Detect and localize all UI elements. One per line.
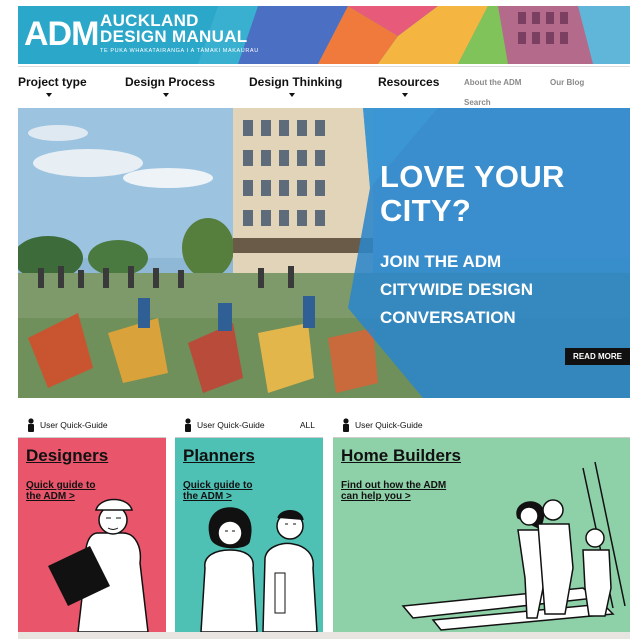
hero-sub-line2: CITYWIDE DESIGN (380, 280, 534, 299)
designers-card[interactable]: User Quick-Guide Designers Quick guide t… (18, 412, 166, 632)
nav-project-type-label: Project type (18, 75, 87, 89)
card-link-line1: Find out how the ADM (341, 480, 447, 491)
card-header: User Quick-Guide (333, 412, 630, 438)
hero-subheadline: JOIN THE ADM CITYWIDE DESIGN CONVERSATIO… (380, 248, 620, 332)
main-nav: Project type Design Process Design Think… (18, 66, 630, 108)
site-title-line2: DESIGN MANUAL (100, 27, 248, 46)
planners-card[interactable]: User Quick-Guide ALL Planners Quick guid… (175, 412, 323, 632)
card-link-line2: can help you > (341, 491, 411, 502)
site-title[interactable]: AUCKLAND DESIGN MANUAL (100, 12, 248, 46)
search-link[interactable]: Search (464, 98, 491, 107)
card-link-line2: the ADM > (26, 491, 75, 502)
find-out-link[interactable]: Find out how the ADM can help you > (341, 480, 446, 502)
user-icon (343, 418, 349, 432)
nav-resources-label: Resources (378, 75, 440, 89)
nav-resources[interactable]: Resources (378, 75, 439, 97)
nav-design-thinking[interactable]: Design Thinking (249, 75, 342, 97)
site-subtitle: TE PUKA WHAKATAIRANGA I A TĀMAKI MAKAURA… (100, 48, 259, 54)
home-builders-illustration (333, 438, 630, 632)
quick-guide-label: User Quick-Guide (40, 420, 108, 430)
chevron-down-icon (163, 93, 169, 97)
chevron-down-icon (46, 93, 52, 97)
quick-guide-link[interactable]: Quick guide to the ADM > (26, 480, 95, 502)
card-link-line1: Quick guide to (26, 480, 96, 491)
read-more-button[interactable]: READ MORE (565, 348, 630, 365)
designer-illustration (18, 438, 166, 632)
nav-design-process[interactable]: Design Process (125, 75, 215, 97)
nav-blog-link[interactable]: Our Blog (550, 78, 584, 87)
card-title[interactable]: Home Builders (341, 446, 461, 466)
card-link-line1: Quick guide to (183, 480, 253, 491)
nav-design-process-label: Design Process (125, 75, 216, 89)
card-link-line2: the ADM > (183, 491, 232, 502)
hero-headline: LOVE YOUR CITY? (380, 160, 620, 228)
quick-guide-link[interactable]: Quick guide to the ADM > (183, 480, 252, 502)
card-title[interactable]: Designers (26, 446, 108, 466)
hero-headline-line2: CITY? (380, 193, 472, 228)
hero-sub-line3: CONVERSATION (380, 308, 516, 327)
user-icon (185, 418, 191, 432)
card-title[interactable]: Planners (183, 446, 255, 466)
chevron-down-icon (402, 93, 408, 97)
nav-design-thinking-label: Design Thinking (249, 75, 343, 89)
bottom-strip (18, 632, 630, 639)
home-builders-card[interactable]: User Quick-Guide Home Builders Find out … (333, 412, 630, 632)
all-filter-link[interactable]: ALL (300, 420, 315, 430)
header-banner: ADM AUCKLAND DESIGN MANUAL TE PUKA WHAKA… (18, 6, 630, 64)
nav-about-link[interactable]: About the ADM (464, 78, 521, 87)
hero-sub-line1: JOIN THE ADM (380, 252, 502, 271)
adm-logo[interactable]: ADM (24, 16, 99, 52)
user-icon (28, 418, 34, 432)
nav-project-type[interactable]: Project type (18, 75, 87, 97)
card-header: User Quick-Guide ALL (175, 412, 323, 438)
quick-guide-label: User Quick-Guide (197, 420, 265, 430)
chevron-down-icon (289, 93, 295, 97)
hero-headline-line1: LOVE YOUR (380, 159, 565, 194)
card-header: User Quick-Guide (18, 412, 166, 438)
quick-guide-label: User Quick-Guide (355, 420, 423, 430)
hero-banner[interactable]: LOVE YOUR CITY? JOIN THE ADM CITYWIDE DE… (18, 108, 630, 398)
planners-illustration (175, 438, 323, 632)
